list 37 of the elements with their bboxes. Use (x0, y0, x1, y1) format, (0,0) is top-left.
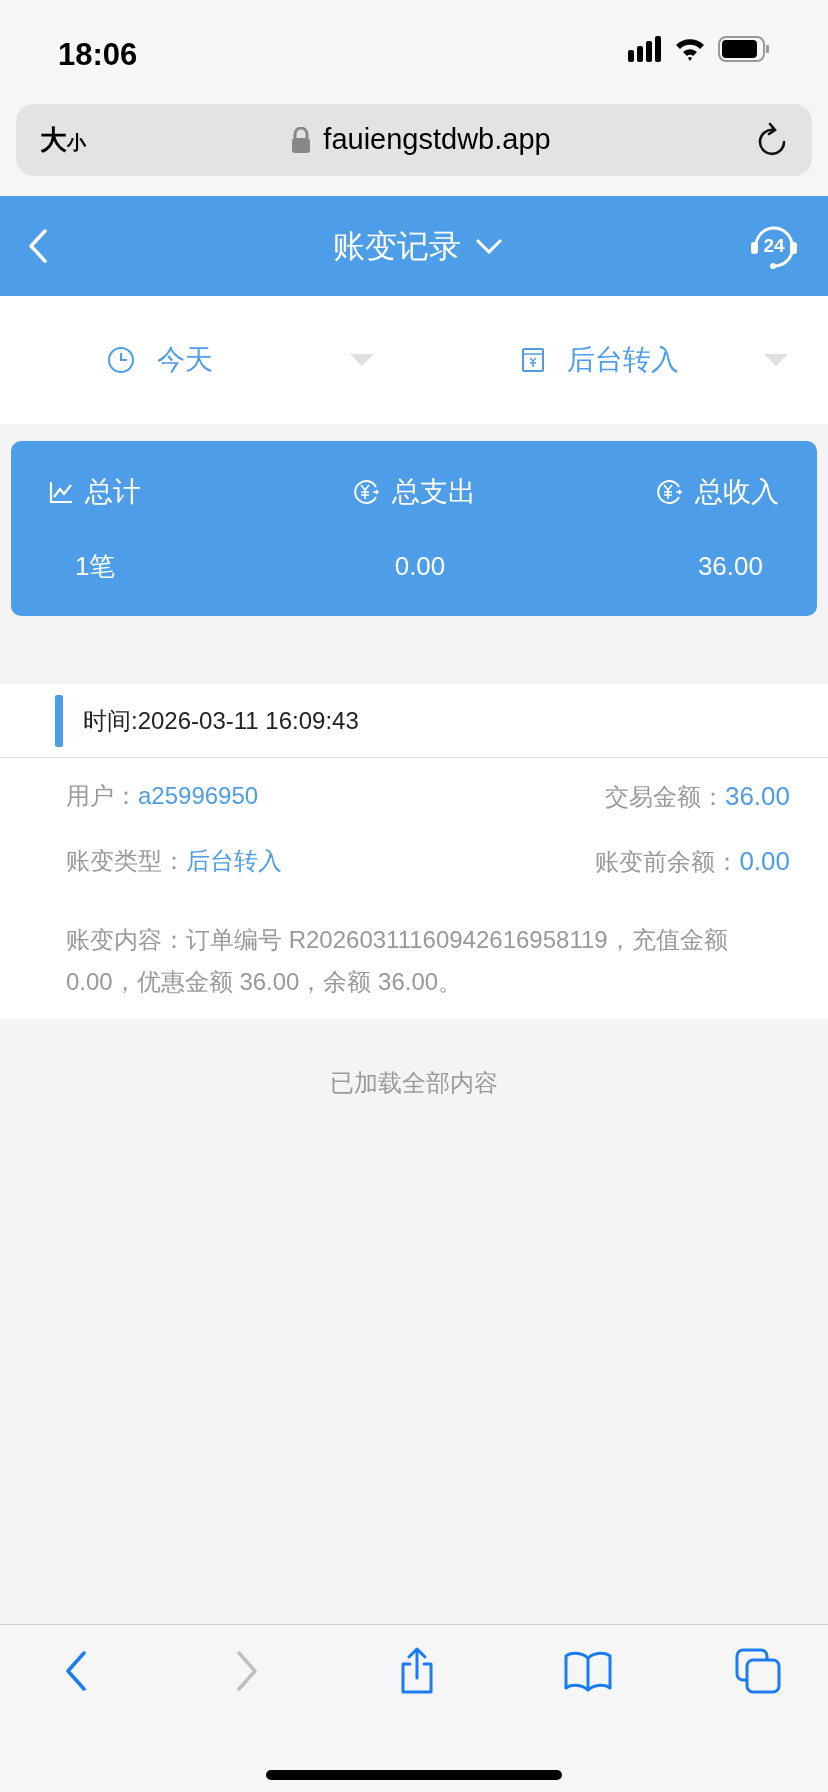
url-text: fauiengstdwb.app (323, 122, 551, 158)
record-time: 时间:2026-03-11 16:09:43 (83, 705, 359, 736)
status-time: 18:06 (58, 36, 138, 74)
page-title[interactable]: 账变记录 (333, 222, 461, 270)
dropdown-triangle-icon (764, 354, 788, 366)
user-field: 用户：a25996950 (66, 778, 259, 814)
signal-icon (628, 36, 662, 62)
reload-icon[interactable] (756, 122, 788, 158)
chevron-down-icon[interactable] (475, 238, 503, 254)
summary-label: 总收入 (695, 475, 779, 509)
summary-value: 1笔 (75, 550, 116, 583)
lock-icon (291, 127, 312, 153)
tabs-icon[interactable] (735, 1648, 781, 1694)
address-bar[interactable]: 大小 fauiengstdwb.app (16, 104, 812, 176)
summary-label: 总支出 (392, 475, 476, 509)
filter-dropdown[interactable]: 后台转入 (414, 339, 828, 381)
book-icon[interactable] (562, 1650, 613, 1692)
balance-field: 账变前余额：0.00 (595, 841, 790, 881)
yuan-coin-icon (352, 478, 380, 506)
dropdown-triangle-icon (350, 354, 374, 366)
filter-dropdown[interactable]: 今天 (0, 339, 414, 381)
text-size-button[interactable]: 大小 (40, 119, 86, 161)
record-content: 账变内容：订单编号 R20260311160942616958119，充值金额 0.00，优惠金额 36.00，余额 36.00。 (66, 925, 729, 997)
accent-bar (55, 694, 63, 747)
wifi-icon (674, 37, 706, 61)
clock-icon (107, 346, 135, 374)
back-icon[interactable] (64, 1651, 88, 1691)
line-chart-icon (49, 480, 73, 504)
summary-value: 0.00 (394, 550, 446, 583)
yuan-coin-icon (655, 478, 683, 506)
summary-value: 36.00 (697, 550, 763, 583)
battery-icon (718, 36, 770, 62)
amount-field: 交易金额：36.00 (604, 776, 790, 816)
type-field: 账变类型：后台转入 (66, 843, 282, 879)
receipt-icon (521, 347, 545, 373)
load-complete-text: 已加载全部内容 (330, 1068, 498, 1098)
summary-label: 总计 (85, 475, 141, 509)
